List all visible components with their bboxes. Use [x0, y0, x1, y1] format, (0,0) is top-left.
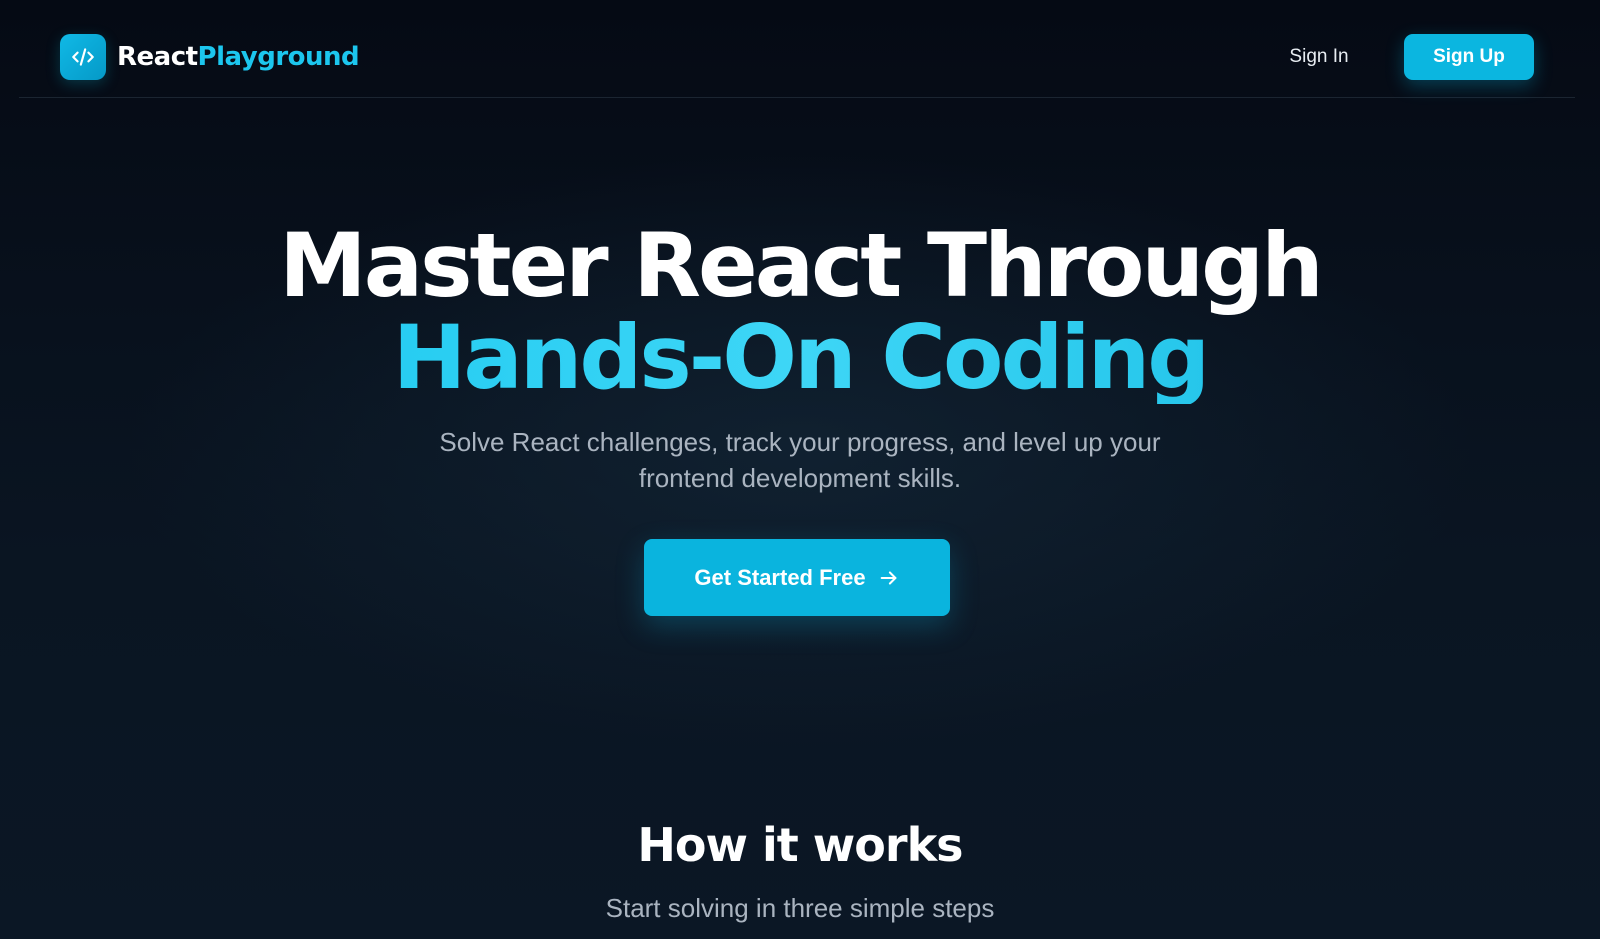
arrow-right-icon	[878, 567, 900, 589]
get-started-label: Get Started Free	[694, 564, 866, 590]
sign-in-link[interactable]: Sign In	[1271, 40, 1367, 74]
hero-title-line-1: Master React Through	[279, 214, 1324, 317]
brand-name-react: React	[117, 42, 198, 72]
how-it-works-title: How it works	[637, 818, 963, 872]
hero-subtitle: Solve React challenges, track your progr…	[439, 427, 1161, 493]
sign-up-button[interactable]: Sign Up	[1404, 34, 1534, 80]
hero-title-line-2: Hands-On Coding	[0, 312, 1600, 404]
get-started-button[interactable]: Get Started Free	[644, 539, 950, 616]
brand-name-playground: Playground	[197, 42, 360, 72]
brand-logo-link[interactable]: ReactPlayground	[60, 34, 360, 80]
code-brackets-icon	[60, 34, 106, 80]
brand-name: ReactPlayground	[117, 34, 360, 80]
how-it-works-subtitle: Start solving in three simple steps	[605, 893, 995, 923]
top-nav: ReactPlayground Sign In Sign Up	[19, 0, 1575, 98]
hero-title: Master React Through Hands-On Coding	[0, 220, 1600, 404]
